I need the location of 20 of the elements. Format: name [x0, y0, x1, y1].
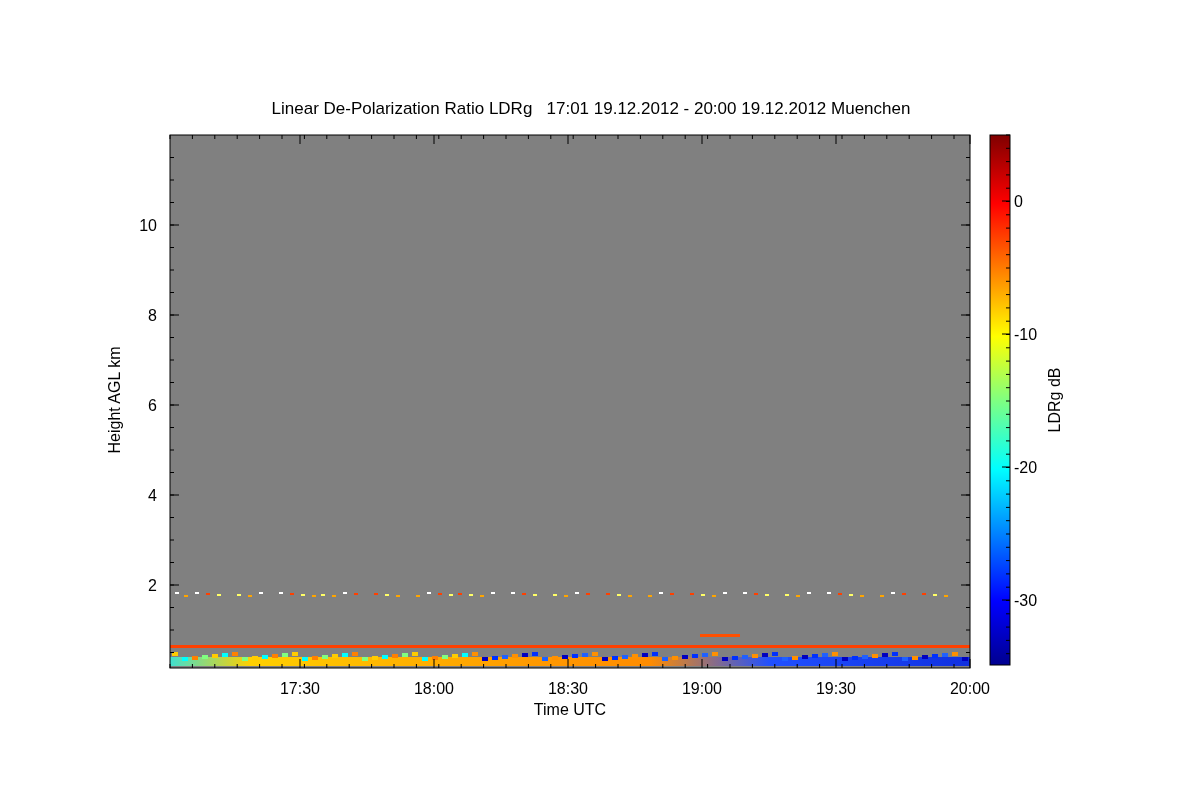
x-tick-label: 19:00: [682, 680, 722, 697]
y-axis-label: Height AGL km: [106, 346, 123, 454]
layer-segment: [700, 634, 740, 637]
x-tick-label: 17:30: [280, 680, 320, 697]
colorbar-tick-label: 0: [1014, 193, 1023, 210]
y-tick-label: 4: [148, 487, 157, 504]
y-tick-label: 8: [148, 307, 157, 324]
colorbar-tick-label: -20: [1014, 459, 1038, 476]
x-tick-label: 19:30: [816, 680, 856, 697]
y-tick-label: 6: [148, 397, 157, 414]
y-tick-label: 10: [139, 217, 157, 234]
colorbar-tick-label: -10: [1014, 326, 1038, 343]
chart-title: Linear De-Polarization Ratio LDRg 17:01 19.12.2012 - 20:00 19.12.2012 Muenchen: [271, 99, 911, 118]
x-tick-label: 18:00: [414, 680, 454, 697]
y-tick-label: 2: [148, 577, 157, 594]
x-axis-label: Time UTC: [533, 701, 607, 718]
x-tick-label: 20:00: [950, 680, 990, 697]
colorbar-label: LDRg dB: [1046, 367, 1063, 433]
x-tick-label: 18:30: [548, 680, 588, 697]
colorbar-tick-label: -30: [1014, 592, 1038, 609]
